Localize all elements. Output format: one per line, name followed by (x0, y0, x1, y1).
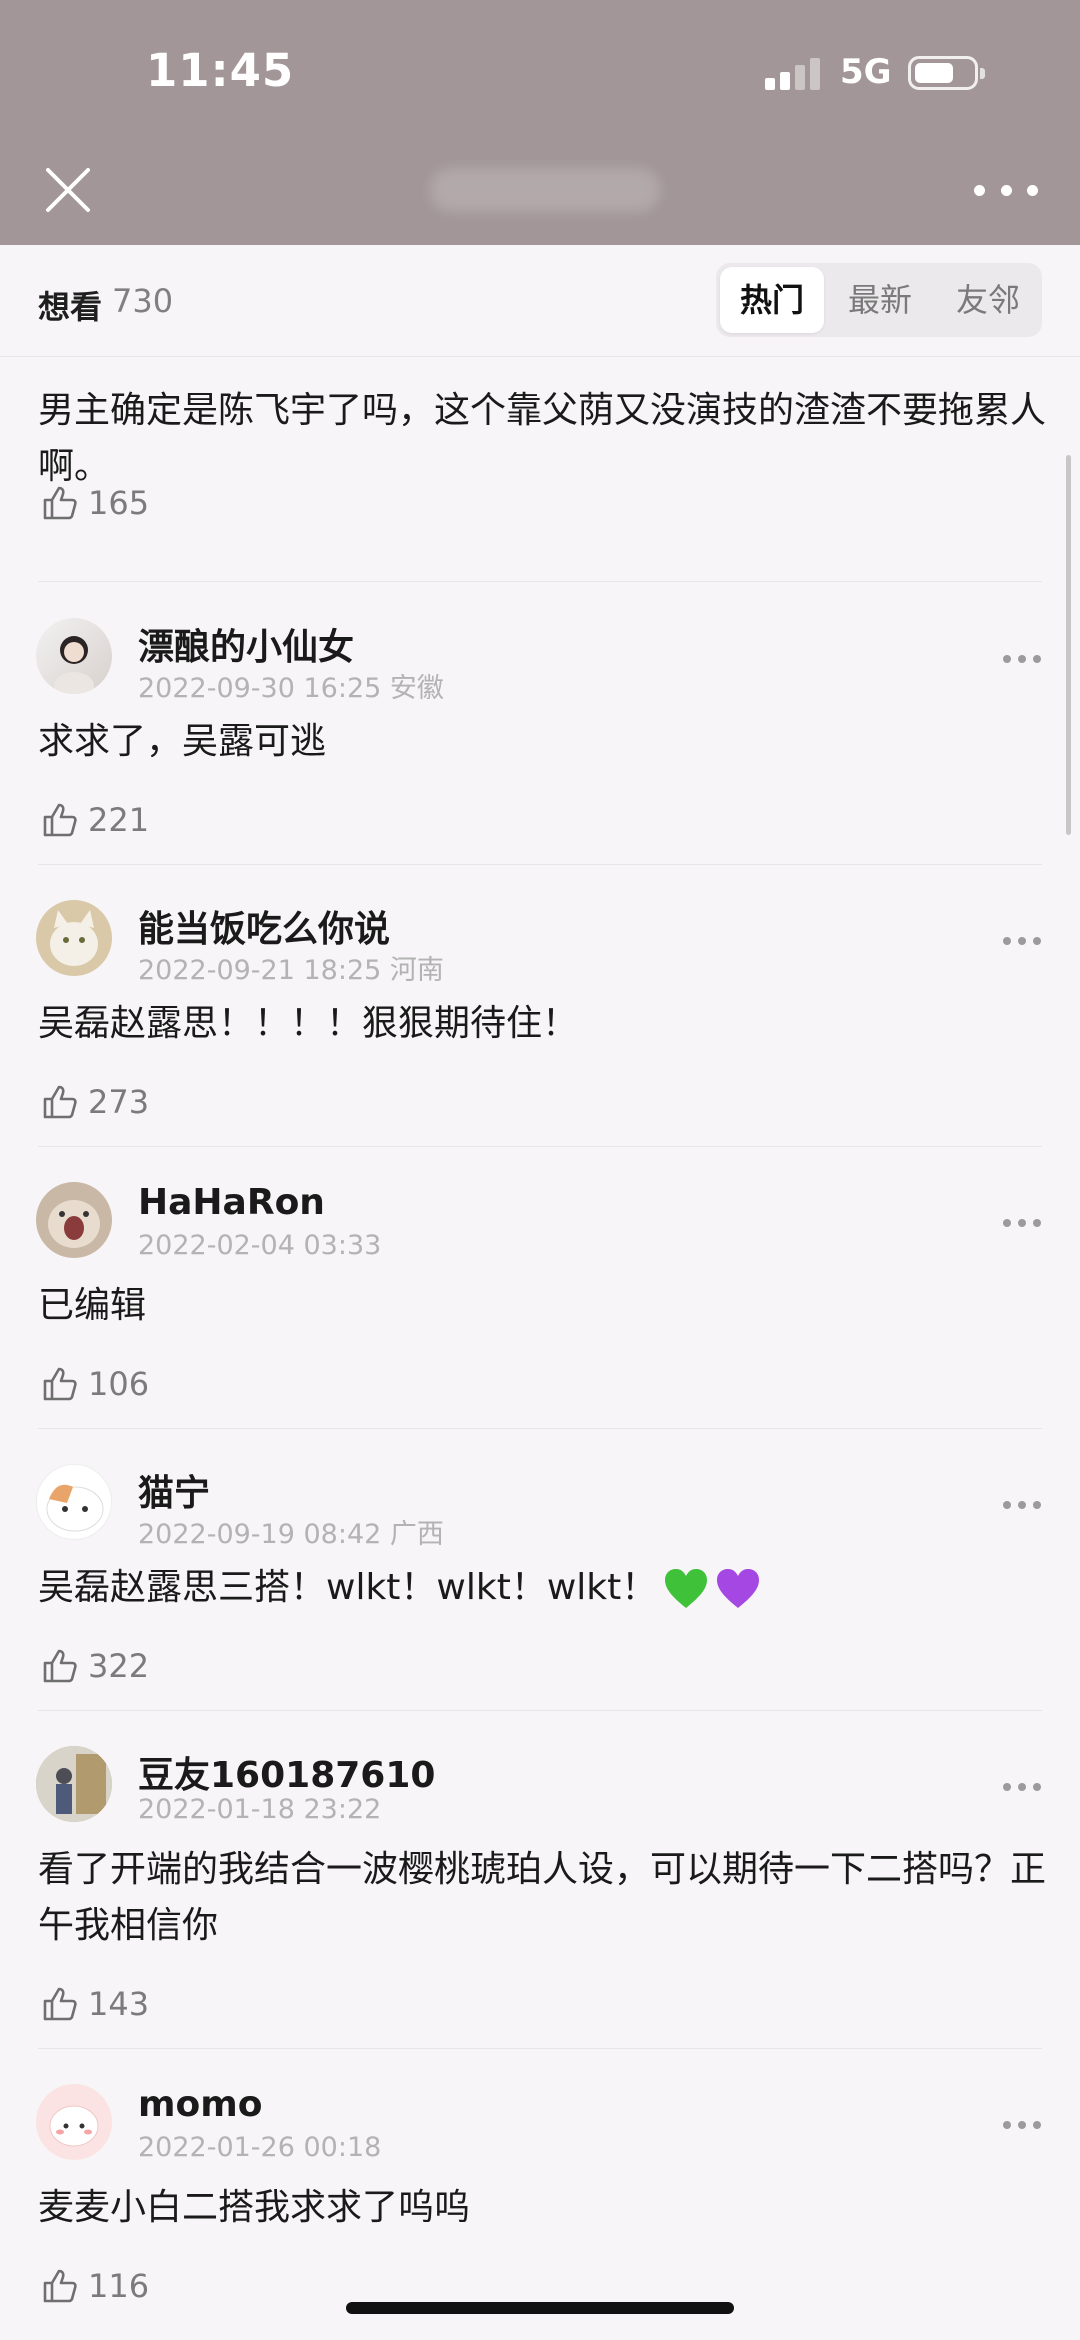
comment-text: 求求了，吴露可逃 (38, 721, 327, 762)
divider (38, 1428, 1042, 1429)
status-time: 11:45 (146, 44, 295, 97)
divider (38, 581, 1042, 582)
divider (38, 1710, 1042, 1711)
battery-icon (908, 56, 985, 90)
signal-strength-icon (765, 56, 825, 90)
like-count: 273 (88, 1083, 150, 1121)
more-icon[interactable] (1003, 1782, 1041, 1792)
username[interactable]: 能当饭吃么你说 (138, 900, 390, 952)
tab-friends[interactable]: 友邻 (936, 267, 1040, 333)
like-button[interactable]: 143 (40, 1982, 149, 2026)
tab-latest[interactable]: 最新 (828, 267, 932, 333)
want-to-watch-label: 想看 (38, 288, 103, 326)
thumbs-up-icon (43, 1649, 77, 1683)
comment-text: 已编辑 (38, 1285, 147, 1326)
want-to-watch-count: 730 (112, 282, 174, 320)
more-icon[interactable] (1003, 654, 1041, 664)
more-icon[interactable] (1003, 1218, 1041, 1228)
scrollbar[interactable] (1066, 455, 1071, 835)
comment-text: 吴磊赵露思三搭！wlkt！wlkt！wlkt！ (38, 1560, 1048, 1616)
thumbs-up-icon (43, 1367, 77, 1401)
thumbs-up-icon (43, 486, 77, 520)
divider (38, 864, 1042, 865)
comment-text: 看了开端的我结合一波樱桃琥珀人设，可以期待一下二搭吗？正午我相信你 (38, 1849, 1047, 1946)
like-count: 165 (88, 484, 150, 522)
like-count: 116 (88, 2267, 150, 2305)
avatar[interactable] (36, 900, 112, 976)
thumbs-up-icon (43, 2269, 77, 2303)
more-icon[interactable] (1003, 936, 1041, 946)
thumbs-up-icon (43, 803, 77, 837)
like-count: 143 (88, 1985, 150, 2023)
sort-tabs: 热门 最新 友邻 (716, 263, 1042, 337)
comment-text: 麦麦小白二搭我求求了呜呜 (38, 2187, 471, 2228)
comment-meta: 2022-01-18 23:22 (138, 1794, 382, 1825)
like-button[interactable]: 165 (40, 481, 149, 525)
green-heart-icon (665, 1569, 708, 1608)
like-button[interactable]: 273 (40, 1080, 149, 1124)
like-button[interactable]: 322 (40, 1644, 149, 1688)
like-count: 106 (88, 1365, 150, 1403)
comment-meta: 2022-02-04 03:33 (138, 1230, 382, 1261)
like-count: 221 (88, 801, 150, 839)
like-count: 322 (88, 1647, 150, 1685)
purple-heart-icon (717, 1569, 760, 1608)
like-button[interactable]: 221 (40, 798, 149, 842)
close-icon[interactable] (42, 164, 94, 216)
username[interactable]: momo (138, 2084, 263, 2125)
username[interactable]: HaHaRon (138, 1182, 325, 1223)
username[interactable]: 豆友160187610 (138, 1746, 435, 1798)
comment-meta: 2022-01-26 00:18 (138, 2132, 382, 2163)
comment-text: 男主确定是陈飞宇了吗，这个靠父荫又没演技的渣渣不要拖累人啊。 (38, 390, 1047, 487)
like-button[interactable]: 116 (40, 2264, 149, 2308)
divider (38, 2048, 1042, 2049)
avatar[interactable] (36, 1746, 112, 1822)
avatar[interactable] (36, 2084, 112, 2160)
more-icon[interactable] (1003, 2120, 1041, 2130)
comment-list: 男主确定是陈飞宇了吗，这个靠父荫又没演技的渣渣不要拖累人啊。 165 漂酿的小仙… (0, 357, 1080, 2340)
top-header: 11:45 5G (0, 0, 1080, 245)
network-type: 5G (840, 52, 892, 92)
blurred-title (430, 168, 660, 212)
avatar[interactable] (36, 1182, 112, 1258)
more-icon[interactable] (1003, 1500, 1041, 1510)
comment-meta: 2022-09-30 16:25 安徽 (138, 673, 444, 704)
avatar[interactable] (36, 618, 112, 694)
divider (38, 1146, 1042, 1147)
home-indicator[interactable] (346, 2302, 734, 2314)
thumbs-up-icon (43, 1987, 77, 2021)
username[interactable]: 猫宁 (138, 1464, 210, 1516)
like-button[interactable]: 106 (40, 1362, 149, 1406)
tab-hot[interactable]: 热门 (720, 267, 824, 333)
username[interactable]: 漂酿的小仙女 (138, 618, 354, 670)
comment-meta: 2022-09-21 18:25 河南 (138, 955, 444, 986)
comment-meta: 2022-09-19 08:42 广西 (138, 1519, 444, 1550)
avatar[interactable] (36, 1464, 112, 1540)
comment-text: 吴磊赵露思！！！！狠狠期待住！ (38, 1003, 579, 1044)
more-horizontal-icon[interactable] (974, 172, 1038, 208)
thumbs-up-icon (43, 1085, 77, 1119)
